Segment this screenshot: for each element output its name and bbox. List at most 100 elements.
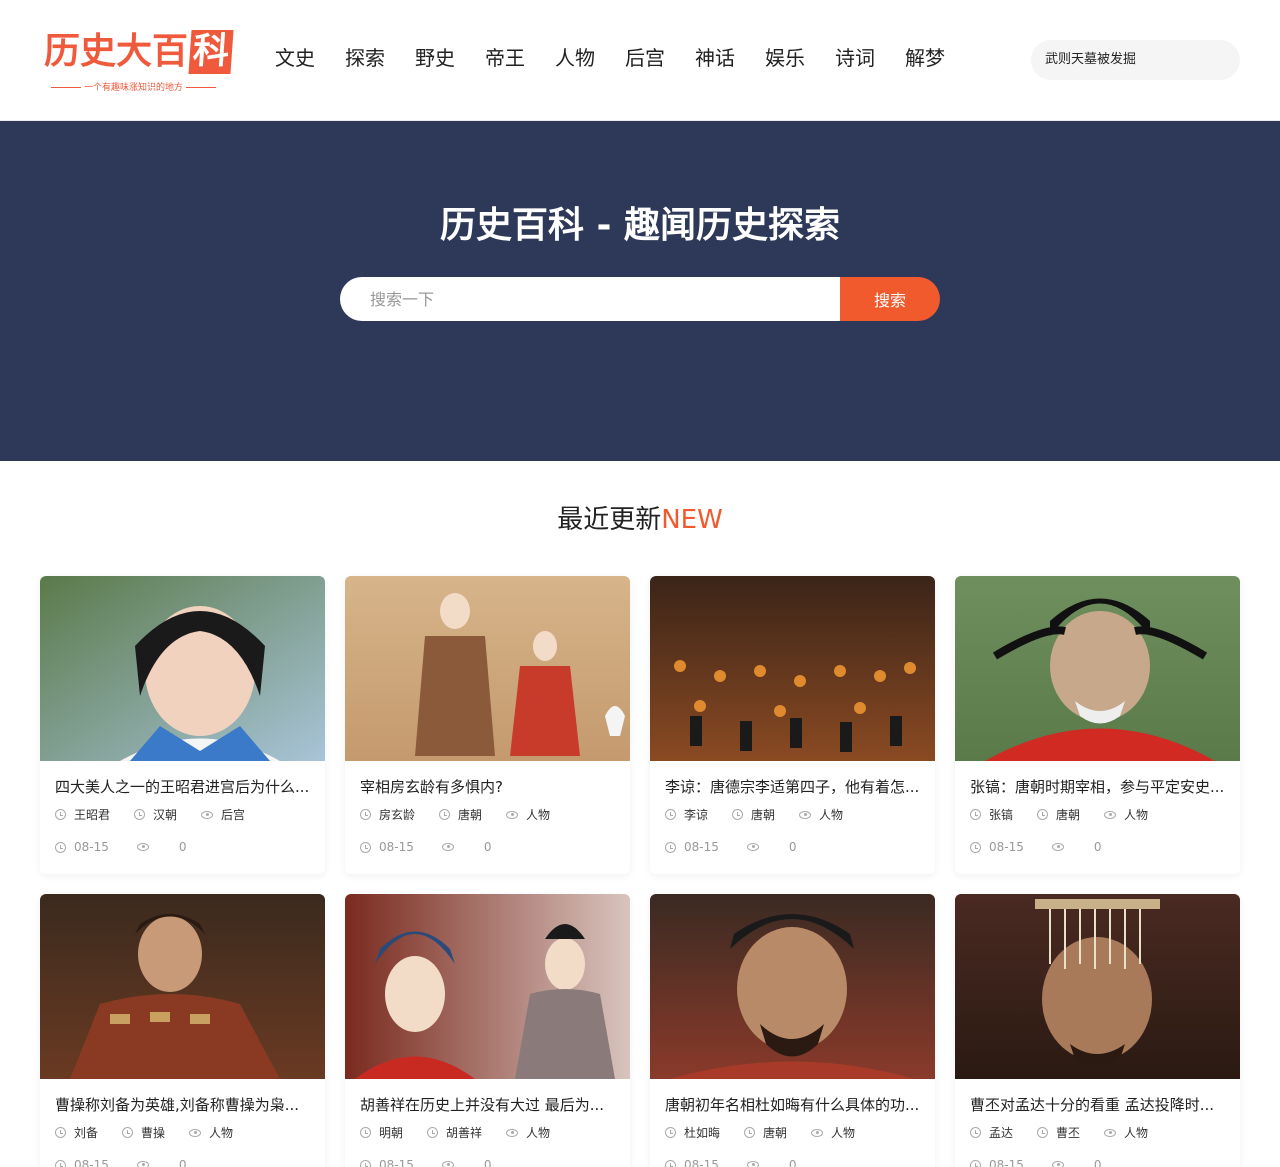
clock-icon xyxy=(55,1159,66,1167)
header-search-input[interactable] xyxy=(1031,40,1240,80)
article-tag[interactable]: 明朝 xyxy=(360,1124,403,1141)
tag-icon xyxy=(665,809,676,820)
article-tag[interactable]: 唐朝 xyxy=(744,1124,787,1141)
hero-search: 搜索 xyxy=(340,277,940,321)
nav-item-shenhua[interactable]: 神话 xyxy=(695,44,735,72)
article-tag[interactable]: 唐朝 xyxy=(1037,806,1080,823)
article-title[interactable]: 胡善祥在历史上并没有大过 最后为... xyxy=(360,1094,618,1116)
article-tag[interactable]: 人物 xyxy=(1104,806,1148,823)
article-thumbnail[interactable] xyxy=(40,894,325,1079)
article-date: 08-15 xyxy=(55,1158,109,1167)
category-icon xyxy=(799,810,812,819)
logo-text: 历史大百科 xyxy=(44,30,234,74)
article-card[interactable]: 李谅：唐德宗李适第四子，他有着怎... 李谅 唐朝 人物 08-15 0 xyxy=(650,576,935,874)
article-meta: 08-15 0 xyxy=(665,1158,825,1167)
tag-icon xyxy=(1037,1127,1049,1138)
hero-search-button[interactable]: 搜索 xyxy=(840,277,940,321)
tag-icon xyxy=(665,1127,676,1138)
article-card[interactable]: 唐朝初年名相杜如晦有什么具体的功... 杜如晦 唐朝 人物 08-15 0 xyxy=(650,894,935,1167)
nav-item-yule[interactable]: 娱乐 xyxy=(765,44,805,72)
article-tag[interactable]: 李谅 xyxy=(665,806,708,823)
article-meta: 08-15 0 xyxy=(665,840,825,854)
article-tag[interactable]: 唐朝 xyxy=(439,806,482,823)
nav-item-hougong[interactable]: 后宫 xyxy=(625,44,665,72)
article-card[interactable]: 张镐：唐朝时期宰相，参与平定安史... 张镐 唐朝 人物 08-15 0 xyxy=(955,576,1240,874)
article-title[interactable]: 曹丕对孟达十分的看重 孟达投降时... xyxy=(970,1094,1228,1116)
article-tag[interactable]: 人物 xyxy=(811,1124,855,1141)
article-thumbnail[interactable] xyxy=(40,576,325,761)
article-card[interactable]: 四大美人之一的王昭君进宫后为什么... 王昭君 汉朝 后宫 08-15 0 xyxy=(40,576,325,874)
site-logo[interactable]: 历史大百科 一个有趣味涨知识的地方 xyxy=(44,22,234,94)
eye-icon xyxy=(746,1161,759,1167)
article-card[interactable]: 宰相房玄龄有多惧内? 房玄龄 唐朝 人物 08-15 0 xyxy=(345,576,630,874)
nav-item-yeshi[interactable]: 野史 xyxy=(415,44,455,72)
article-views: 0 xyxy=(441,840,492,854)
article-thumbnail[interactable] xyxy=(650,894,935,1079)
category-icon xyxy=(1104,810,1117,819)
article-tags: 孟达 曹丕 人物 xyxy=(970,1124,1172,1141)
article-tag[interactable]: 王昭君 xyxy=(55,806,110,823)
article-tag[interactable]: 人物 xyxy=(506,1124,550,1141)
article-tag[interactable]: 刘备 xyxy=(55,1124,98,1141)
article-tag[interactable]: 人物 xyxy=(506,806,550,823)
nav-item-diwang[interactable]: 帝王 xyxy=(485,44,525,72)
category-icon xyxy=(189,1128,202,1137)
article-tag[interactable]: 人物 xyxy=(189,1124,233,1141)
article-views: 0 xyxy=(441,1158,492,1167)
article-tags: 刘备 曹操 人物 xyxy=(55,1124,257,1141)
nav-item-jiemeng[interactable]: 解梦 xyxy=(905,44,945,72)
tag-icon xyxy=(134,809,146,820)
article-tag[interactable]: 后宫 xyxy=(201,806,245,823)
eye-icon xyxy=(441,1161,454,1167)
article-title[interactable]: 唐朝初年名相杜如晦有什么具体的功... xyxy=(665,1094,923,1116)
article-tags: 明朝 胡善祥 人物 xyxy=(360,1124,574,1141)
article-title[interactable]: 张镐：唐朝时期宰相，参与平定安史... xyxy=(970,776,1228,798)
article-tag[interactable]: 人物 xyxy=(799,806,843,823)
article-thumbnail[interactable] xyxy=(955,576,1240,761)
tag-icon xyxy=(744,1127,756,1138)
article-tag[interactable]: 人物 xyxy=(1104,1124,1148,1141)
tag-icon xyxy=(439,809,451,820)
article-tag[interactable]: 张镐 xyxy=(970,806,1013,823)
article-tags: 房玄龄 唐朝 人物 xyxy=(360,806,574,823)
article-tags: 杜如晦 唐朝 人物 xyxy=(665,1124,879,1141)
nav-item-shici[interactable]: 诗词 xyxy=(835,44,875,72)
article-tag[interactable]: 房玄龄 xyxy=(360,806,415,823)
nav-item-tansuo[interactable]: 探索 xyxy=(345,44,385,72)
article-title[interactable]: 李谅：唐德宗李适第四子，他有着怎... xyxy=(665,776,923,798)
article-title[interactable]: 四大美人之一的王昭君进宫后为什么... xyxy=(55,776,313,798)
eye-icon xyxy=(441,843,454,851)
article-title[interactable]: 宰相房玄龄有多惧内? xyxy=(360,776,618,798)
article-tags: 张镐 唐朝 人物 xyxy=(970,806,1172,823)
article-tag[interactable]: 唐朝 xyxy=(732,806,775,823)
article-tag[interactable]: 杜如晦 xyxy=(665,1124,720,1141)
tag-icon xyxy=(55,809,66,820)
category-icon xyxy=(811,1128,824,1137)
article-tag[interactable]: 孟达 xyxy=(970,1124,1013,1141)
nav-item-renwu[interactable]: 人物 xyxy=(555,44,595,72)
clock-icon xyxy=(665,841,676,853)
article-card[interactable]: 胡善祥在历史上并没有大过 最后为... 明朝 胡善祥 人物 08-15 0 xyxy=(345,894,630,1167)
clock-icon xyxy=(55,841,66,853)
nav-item-wenshi[interactable]: 文史 xyxy=(275,44,315,72)
article-tag[interactable]: 曹丕 xyxy=(1037,1124,1080,1141)
hero-search-input[interactable] xyxy=(340,277,840,321)
article-card[interactable]: 曹丕对孟达十分的看重 孟达投降时... 孟达 曹丕 人物 08-15 0 xyxy=(955,894,1240,1167)
article-views: 0 xyxy=(136,1158,187,1167)
article-title[interactable]: 曹操称刘备为英雄,刘备称曹操为枭... xyxy=(55,1094,313,1116)
article-tag[interactable]: 汉朝 xyxy=(134,806,177,823)
category-icon xyxy=(506,810,519,819)
article-thumbnail[interactable] xyxy=(650,576,935,761)
article-thumbnail[interactable] xyxy=(345,894,630,1079)
article-date: 08-15 xyxy=(970,840,1024,854)
article-tag[interactable]: 曹操 xyxy=(122,1124,165,1141)
article-thumbnail[interactable] xyxy=(345,576,630,761)
article-card[interactable]: 曹操称刘备为英雄,刘备称曹操为枭... 刘备 曹操 人物 08-15 0 xyxy=(40,894,325,1167)
tag-icon xyxy=(427,1127,439,1138)
article-tag[interactable]: 胡善祥 xyxy=(427,1124,482,1141)
tag-icon xyxy=(55,1127,66,1138)
article-date: 08-15 xyxy=(360,840,414,854)
tag-icon xyxy=(732,809,744,820)
clock-icon xyxy=(360,1159,371,1167)
article-thumbnail[interactable] xyxy=(955,894,1240,1079)
